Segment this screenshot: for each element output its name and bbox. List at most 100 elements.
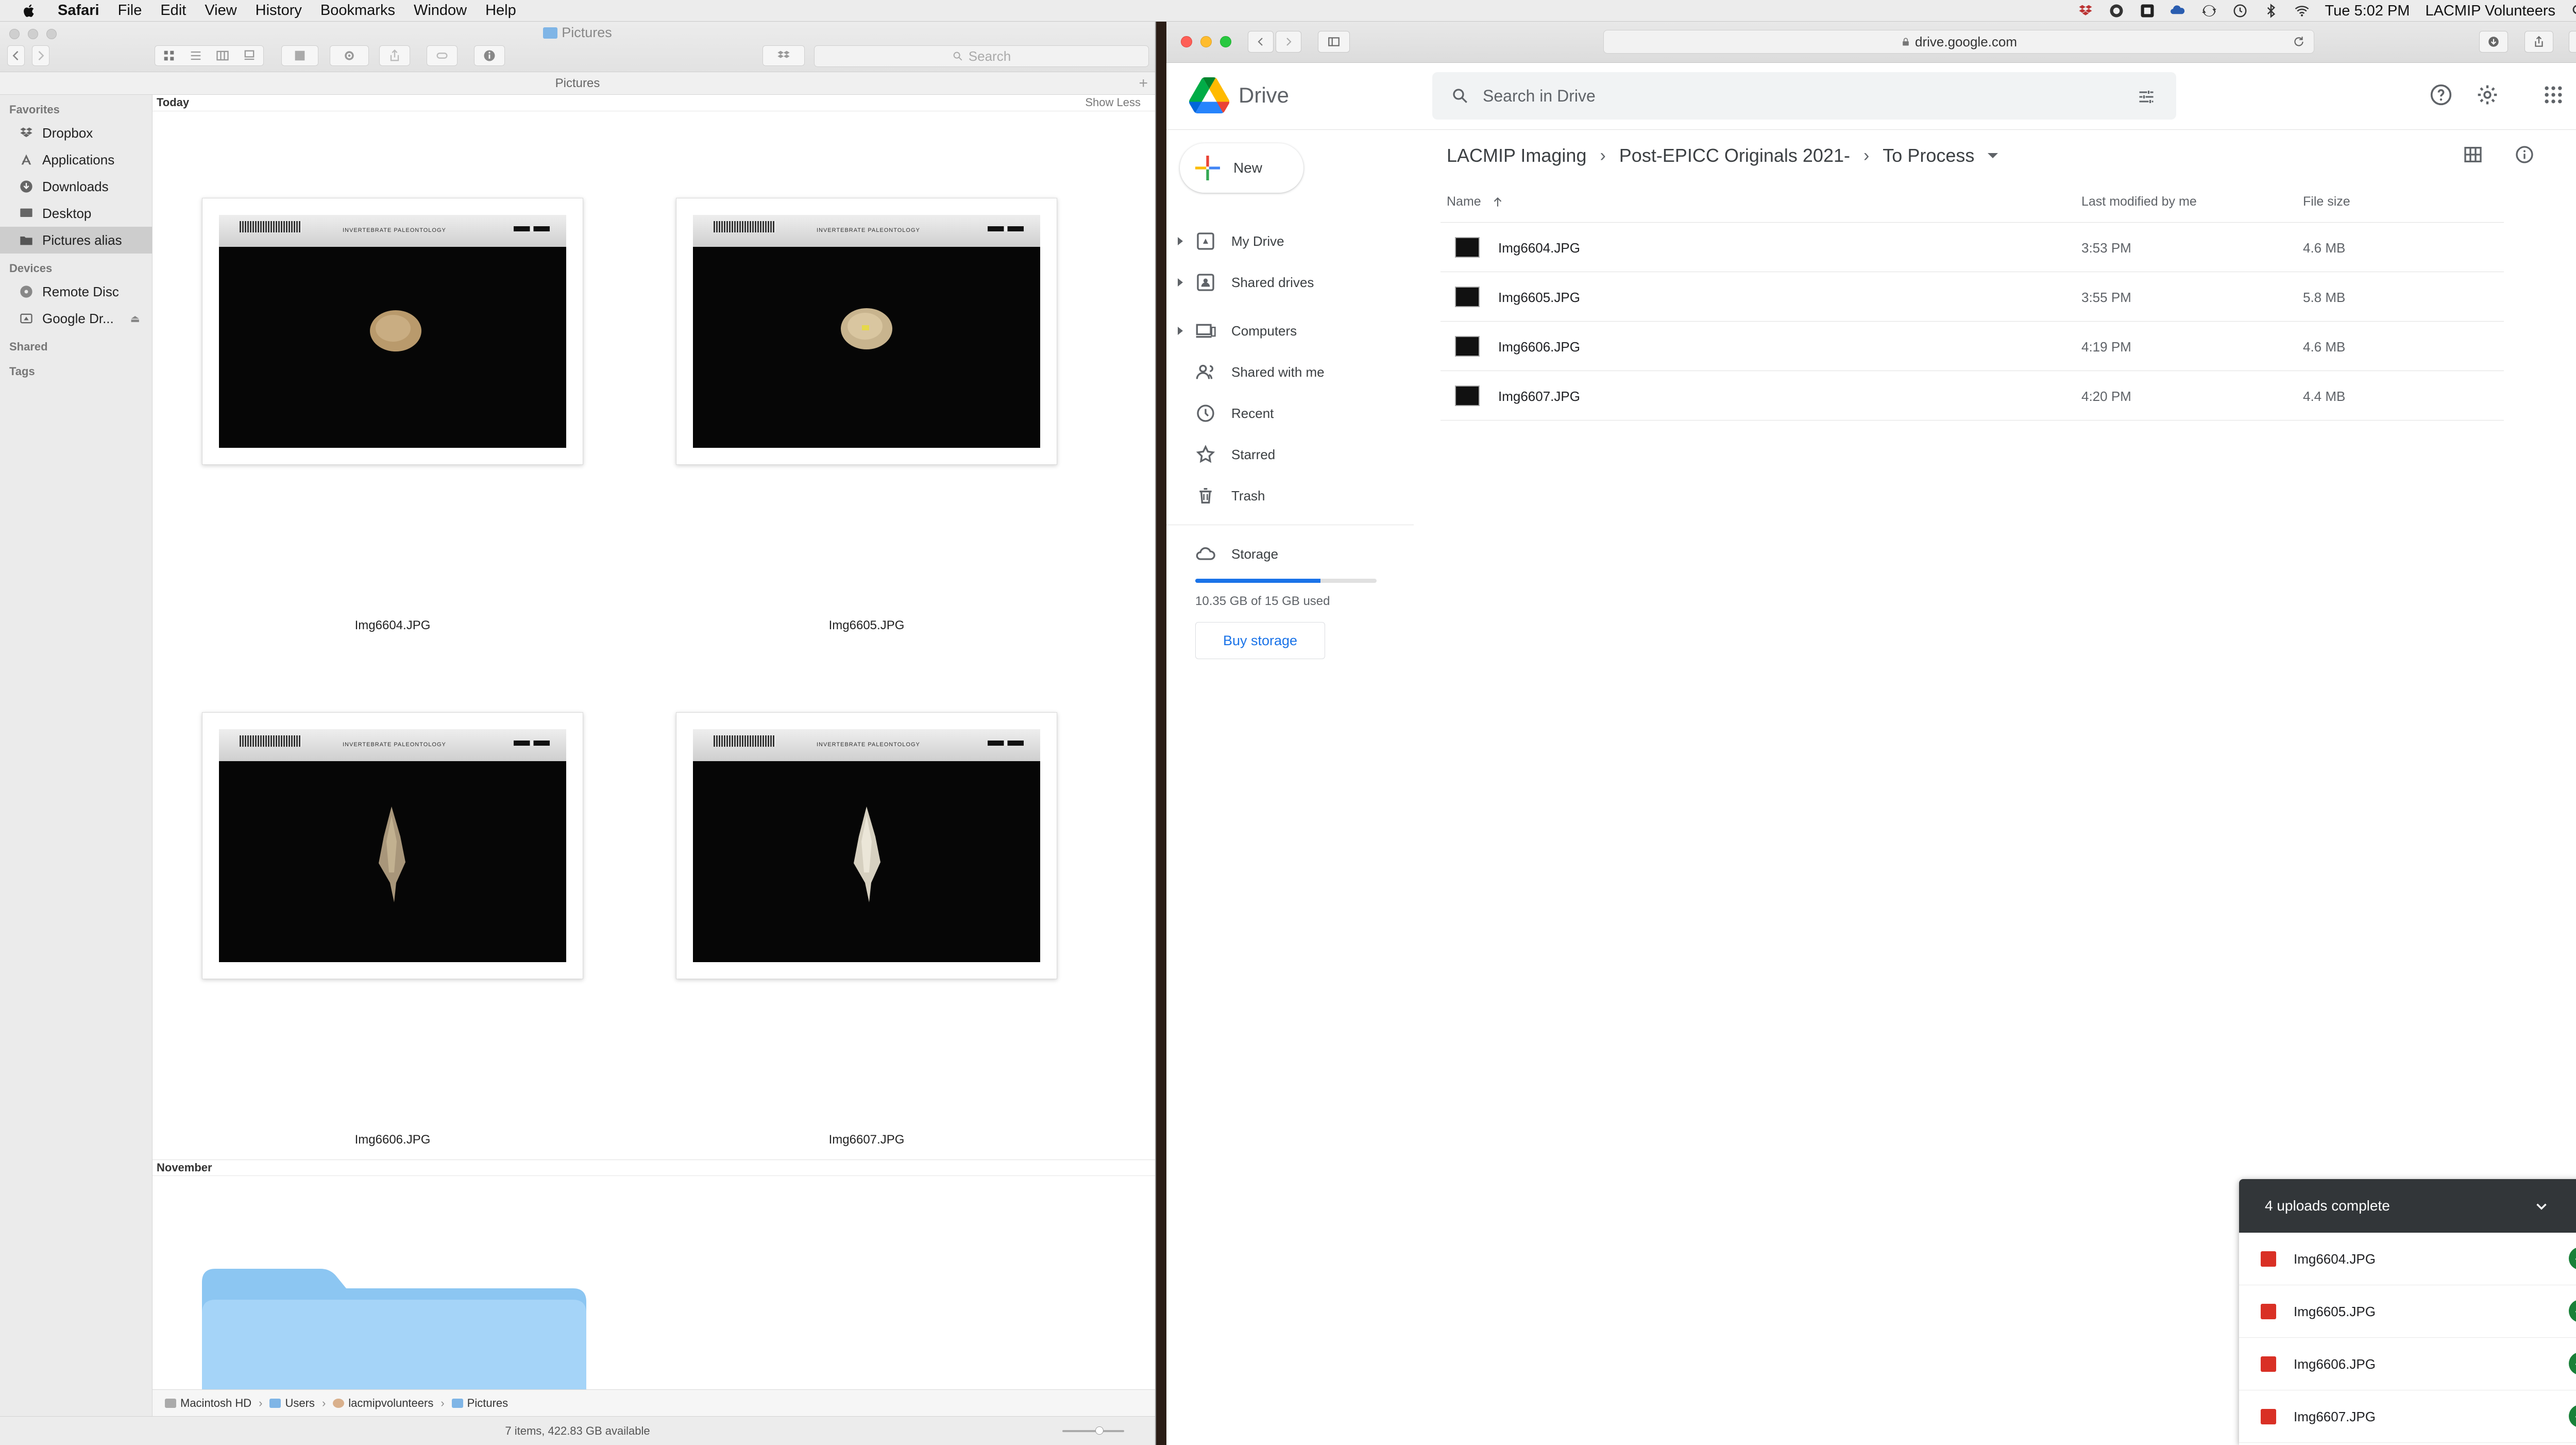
drive-logo[interactable]: Drive [1189,77,1289,113]
breadcrumb-current[interactable]: To Process [1883,145,1974,166]
file-name[interactable]: Img6606.JPG [202,1133,583,1147]
file-name[interactable]: Img6607.JPG [676,1133,1057,1147]
menu-help[interactable]: Help [485,2,516,19]
tab-overview-button[interactable] [2569,31,2576,53]
sidebar-item-applications[interactable]: Applications [0,146,152,173]
eject-icon[interactable]: ⏏ [130,312,140,325]
path-segment[interactable]: lacmipvolunteers [348,1397,433,1410]
finder-forward-button[interactable] [32,45,49,66]
sort-ascending-icon[interactable] [1491,195,1504,209]
wifi-icon[interactable] [2294,3,2310,19]
help-icon[interactable] [2430,83,2452,106]
upload-item[interactable]: Img6604.JPG [2239,1233,2576,1285]
safari-zoom-button[interactable] [1220,36,1231,47]
reload-icon[interactable] [2292,35,2306,48]
apple-menu-icon[interactable] [22,3,37,19]
menu-view[interactable]: View [205,2,236,19]
file-thumbnail[interactable]: INVERTEBRATE PALEONTOLOGY [202,198,583,465]
file-name[interactable]: Img6604.JPG [202,618,583,633]
expand-caret-icon[interactable] [1178,237,1183,245]
sidebar-item-desktop[interactable]: Desktop [0,200,152,227]
nav-item-starred[interactable]: Starred [1166,434,1414,475]
safari-back-button[interactable] [1248,31,1274,53]
file-row[interactable]: Img6607.JPG 4:20 PM 4.4 MB [1440,371,2504,421]
safari-forward-button[interactable] [1276,31,1301,53]
file-thumbnail[interactable]: INVERTEBRATE PALEONTOLOGY [676,712,1057,979]
nav-item-my-drive[interactable]: My Drive [1166,221,1414,262]
finder-back-button[interactable] [7,45,25,66]
finder-tab-title[interactable]: Pictures [555,76,600,90]
gallery-view-icon[interactable] [242,48,257,63]
column-header-modified[interactable]: Last modified by me [2081,194,2197,209]
sidebar-item-downloads[interactable]: Downloads [0,173,152,200]
menu-bookmarks[interactable]: Bookmarks [320,2,395,19]
google-apps-grid-icon[interactable] [2542,83,2565,106]
expand-caret-icon[interactable] [1178,278,1183,287]
address-bar[interactable]: drive.google.com [1603,30,2314,54]
sync-icon[interactable] [2201,3,2217,19]
finder-search-field[interactable]: Search [814,45,1149,67]
upload-item[interactable]: Img6607.JPG [2239,1390,2576,1443]
file-thumbnail[interactable]: INVERTEBRATE PALEONTOLOGY [676,198,1057,465]
downloads-button[interactable] [2479,31,2508,53]
menu-file[interactable]: File [118,2,142,19]
time-machine-icon[interactable] [2232,3,2248,19]
drive-search-bar[interactable]: Search in Drive [1432,72,2176,120]
dropbox-toolbar-button[interactable] [762,45,805,66]
adobe-icon[interactable] [2140,3,2155,19]
new-button[interactable]: New [1180,143,1303,193]
spotlight-icon[interactable] [2571,3,2576,19]
file-name[interactable]: Img6605.JPG [676,618,1057,633]
view-mode-segmented-control[interactable] [155,45,264,66]
buy-storage-button[interactable]: Buy storage [1195,622,1325,659]
file-thumbnail[interactable]: INVERTEBRATE PALEONTOLOGY [202,712,583,979]
dropbox-status-icon[interactable] [2078,3,2093,19]
action-gear-button[interactable] [330,45,369,66]
nav-item-trash[interactable]: Trash [1166,475,1414,516]
google-drive-sync-icon[interactable] [2170,3,2186,19]
file-row[interactable]: Img6605.JPG 3:55 PM 5.8 MB [1440,272,2504,322]
search-icon[interactable] [1451,87,1469,105]
group-by-button[interactable] [281,45,318,66]
expand-caret-icon[interactable] [1178,327,1183,335]
settings-gear-icon[interactable] [2476,83,2499,106]
search-options-icon[interactable] [2137,88,2156,106]
menu-history[interactable]: History [256,2,302,19]
sidebar-item-dropbox[interactable]: Dropbox [0,120,152,146]
tags-button[interactable] [427,45,457,66]
column-header-name[interactable]: Name [1447,194,1504,209]
nav-item-computers[interactable]: Computers [1166,310,1414,351]
nav-item-recent[interactable]: Recent [1166,393,1414,434]
nav-item-shared-drives[interactable]: Shared drives [1166,262,1414,303]
creative-cloud-icon[interactable] [2109,3,2124,19]
upload-item[interactable]: Img6605.JPG [2239,1285,2576,1338]
menu-window[interactable]: Window [414,2,467,19]
menu-edit[interactable]: Edit [160,2,186,19]
nav-item-shared-with-me[interactable]: Shared with me [1166,351,1414,393]
column-header-size[interactable]: File size [2303,194,2350,209]
bluetooth-icon[interactable] [2263,3,2279,19]
get-info-button[interactable] [474,45,505,66]
upload-item[interactable]: Img6606.JPG [2239,1338,2576,1390]
collapse-chevron-icon[interactable] [2533,1198,2550,1215]
grid-view-icon[interactable] [2463,144,2483,165]
icon-view-icon[interactable] [162,48,176,63]
list-view-icon[interactable] [189,48,203,63]
menu-app-name[interactable]: Safari [58,2,99,19]
show-less-button[interactable]: Show Less [1085,95,1141,110]
safari-close-button[interactable] [1181,36,1192,47]
menubar-clock[interactable]: Tue 5:02 PM [2325,3,2410,20]
path-segment[interactable]: Pictures [467,1397,508,1410]
dropdown-arrow-icon[interactable] [1988,153,1998,158]
breadcrumb-item[interactable]: Post-EPICC Originals 2021- [1619,145,1850,166]
icon-size-slider[interactable] [1062,1430,1124,1432]
new-tab-button[interactable]: + [1139,72,1148,95]
breadcrumb-item[interactable]: LACMIP Imaging [1447,145,1586,166]
menubar-user[interactable]: LACMIP Volunteers [2425,3,2555,20]
sidebar-toggle-button[interactable] [1318,31,1350,53]
safari-minimize-button[interactable] [1200,36,1212,47]
sidebar-item-google-drive[interactable]: Google Dr... ⏏ [0,305,152,332]
share-button[interactable] [379,45,410,66]
sidebar-item-remote-disc[interactable]: Remote Disc [0,278,152,305]
icon-size-slider-knob[interactable] [1095,1426,1104,1435]
